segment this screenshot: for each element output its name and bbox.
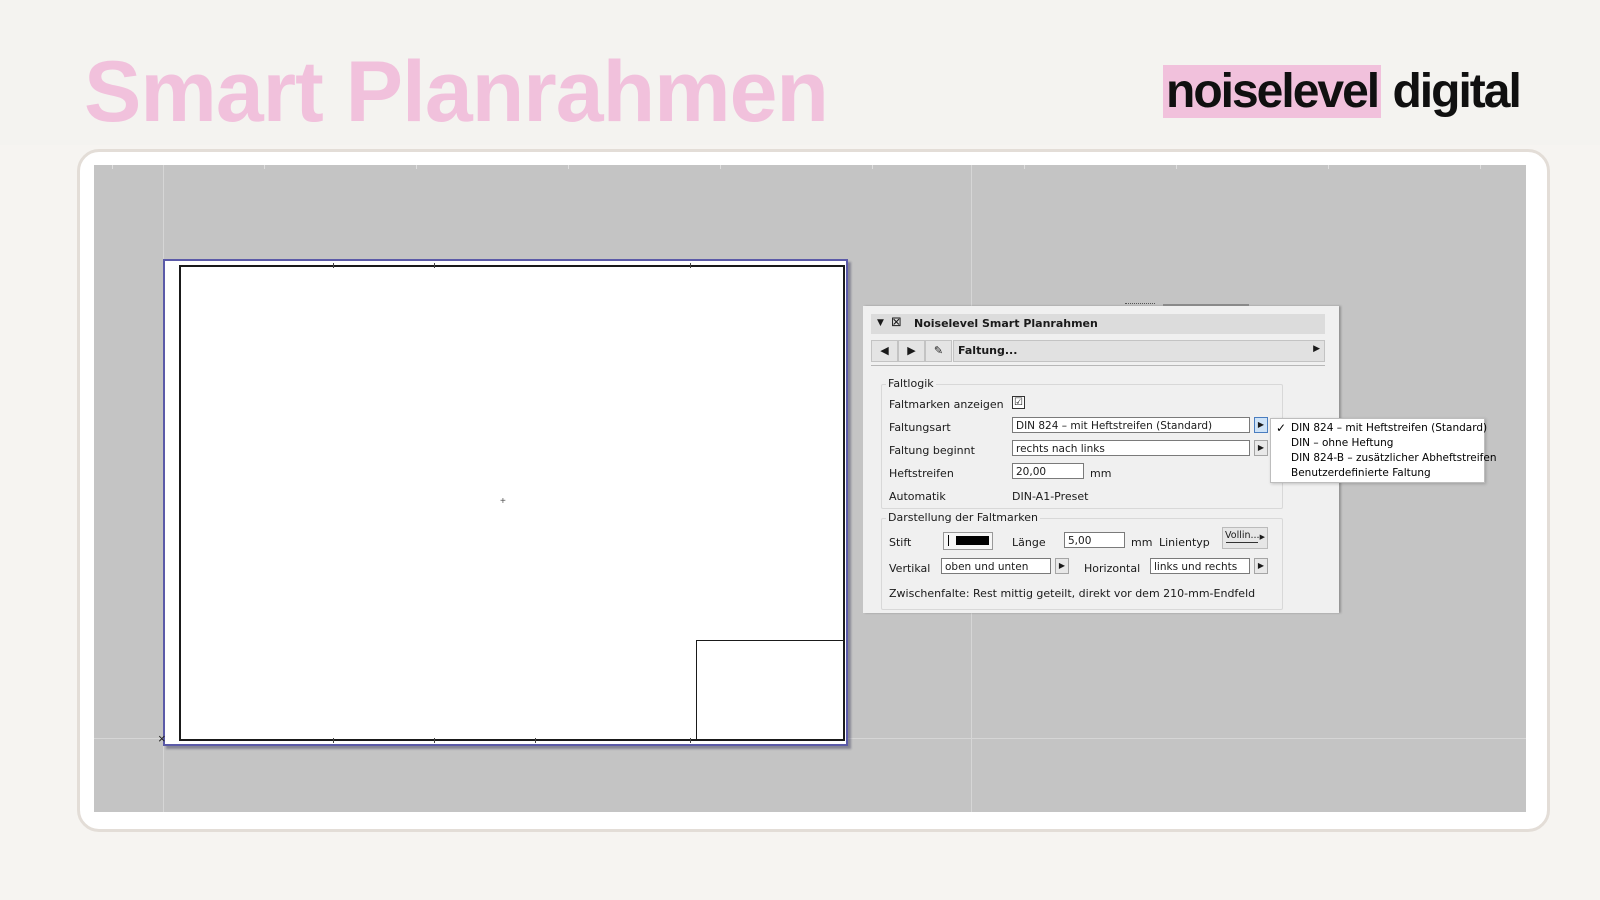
line-sample [1226, 542, 1258, 543]
triangle-down-icon[interactable]: ▼ [877, 318, 884, 328]
page-settings-button[interactable]: ✎ [925, 340, 952, 362]
frame-settings-icon: ⊠ [891, 315, 902, 330]
dropdown-item[interactable]: DIN – ohne Heftung [1291, 437, 1393, 449]
heftstreifen-unit: mm [1090, 467, 1112, 480]
ruler-tick [568, 165, 569, 169]
heftstreifen-input[interactable]: 20,00 [1012, 463, 1084, 479]
linientyp-button[interactable]: Vollin... ▶ [1222, 527, 1268, 549]
group-label: Darstellung der Faltmarken [886, 511, 1040, 524]
ruler-tick [1328, 165, 1329, 169]
arrow-left-icon: ◀ [880, 344, 889, 357]
chevron-right-icon: ▶ [1313, 344, 1320, 354]
popup-arrow-icon[interactable]: ▶ [1254, 417, 1268, 433]
logo-highlight: noiselevel [1163, 65, 1382, 118]
title-block [696, 640, 843, 739]
panel-title: Noiselevel Smart Planrahmen [914, 317, 1098, 330]
dropdown-item[interactable]: Benutzerdefinierte Faltung [1291, 467, 1431, 479]
faltung-beginnt-select[interactable]: rechts nach links [1012, 440, 1250, 456]
ruler-tick [416, 165, 417, 169]
brand-logo: noiselevel digital [1163, 62, 1522, 122]
fold-mark [333, 738, 334, 743]
faltung-beginnt-label: Faltung beginnt [889, 444, 975, 457]
panel-fragment [1125, 303, 1155, 307]
ruler-tick [112, 165, 113, 169]
next-page-button[interactable]: ▶ [898, 340, 925, 362]
panel-fragment [1163, 304, 1249, 306]
faltungsart-select[interactable]: DIN 824 – mit Heftstreifen (Standard) [1012, 417, 1250, 433]
fold-mark [535, 738, 536, 743]
laenge-unit: mm [1131, 536, 1153, 549]
vertikal-select[interactable]: oben und unten [941, 558, 1051, 574]
linientyp-value: Vollin... [1225, 530, 1260, 541]
checkmark-icon: ✓ [1276, 421, 1287, 435]
ruler-tick [872, 165, 873, 169]
dropdown-item[interactable]: DIN 824-B – zusätzlicher Abheftstreifen [1291, 452, 1497, 464]
faltmarken-label: Faltmarken anzeigen [889, 398, 1004, 411]
fold-mark [333, 263, 334, 268]
linientyp-label: Linientyp [1159, 536, 1210, 549]
settings-panel: ▼ ⊠ Noiselevel Smart Planrahmen ◀ ▶ ✎ Fa… [863, 303, 1339, 613]
plus-icon: + [500, 496, 506, 507]
page-selector-label: Faltung... [958, 344, 1018, 357]
zwischenfalte-note: Zwischenfalte: Rest mittig geteilt, dire… [889, 587, 1256, 600]
popup-arrow-icon[interactable]: ▶ [1254, 440, 1268, 456]
popup-arrow-icon[interactable]: ▶ [1254, 558, 1268, 574]
horizontal-label: Horizontal [1084, 562, 1141, 575]
heftstreifen-label: Heftstreifen [889, 467, 954, 480]
automatik-value: DIN-A1-Preset [1012, 490, 1089, 503]
pen-swatch[interactable] [943, 532, 993, 550]
arrow-right-icon: ▶ [907, 344, 916, 357]
fold-mark [690, 738, 691, 743]
prev-page-button[interactable]: ◀ [871, 340, 898, 362]
popup-arrow-icon[interactable]: ▶ [1055, 558, 1069, 574]
divider [871, 365, 1325, 366]
fold-mark [434, 738, 435, 743]
ruler-tick [720, 165, 721, 169]
faltmarken-checkbox[interactable]: ☑ [1012, 396, 1025, 409]
ruler-tick [1480, 165, 1481, 169]
laenge-input[interactable]: 5,00 [1064, 532, 1125, 548]
page-nav-row: ◀ ▶ ✎ Faltung... ▶ [871, 340, 1325, 362]
cross-icon: × [158, 731, 166, 746]
panel-header[interactable]: ▼ ⊠ Noiselevel Smart Planrahmen [871, 314, 1325, 334]
dropdown-item[interactable]: DIN 824 – mit Heftstreifen (Standard) [1291, 422, 1487, 434]
ruler-tick [1024, 165, 1025, 169]
page-selector[interactable]: Faltung... ▶ [953, 340, 1325, 362]
faltungsart-label: Faltungsart [889, 421, 951, 434]
settings-page-icon: ✎ [933, 344, 944, 357]
ruler-tick [264, 165, 265, 169]
fold-mark [434, 263, 435, 268]
ruler-tick [1176, 165, 1177, 169]
sheet-inner-frame [179, 263, 845, 743]
logo-rest: digital [1392, 65, 1521, 118]
faltungsart-dropdown: ✓ DIN 824 – mit Heftstreifen (Standard) … [1270, 418, 1497, 483]
stift-label: Stift [889, 536, 912, 549]
chevron-right-icon: ▶ [1259, 533, 1265, 541]
slide-title: Smart Planrahmen [84, 44, 829, 140]
laenge-label: Länge [1012, 536, 1046, 549]
automatik-label: Automatik [889, 490, 946, 503]
fold-mark [690, 263, 691, 268]
horizontal-select[interactable]: links und rechts [1150, 558, 1250, 574]
vertikal-label: Vertikal [889, 562, 931, 575]
group-label: Faltlogik [886, 377, 936, 390]
